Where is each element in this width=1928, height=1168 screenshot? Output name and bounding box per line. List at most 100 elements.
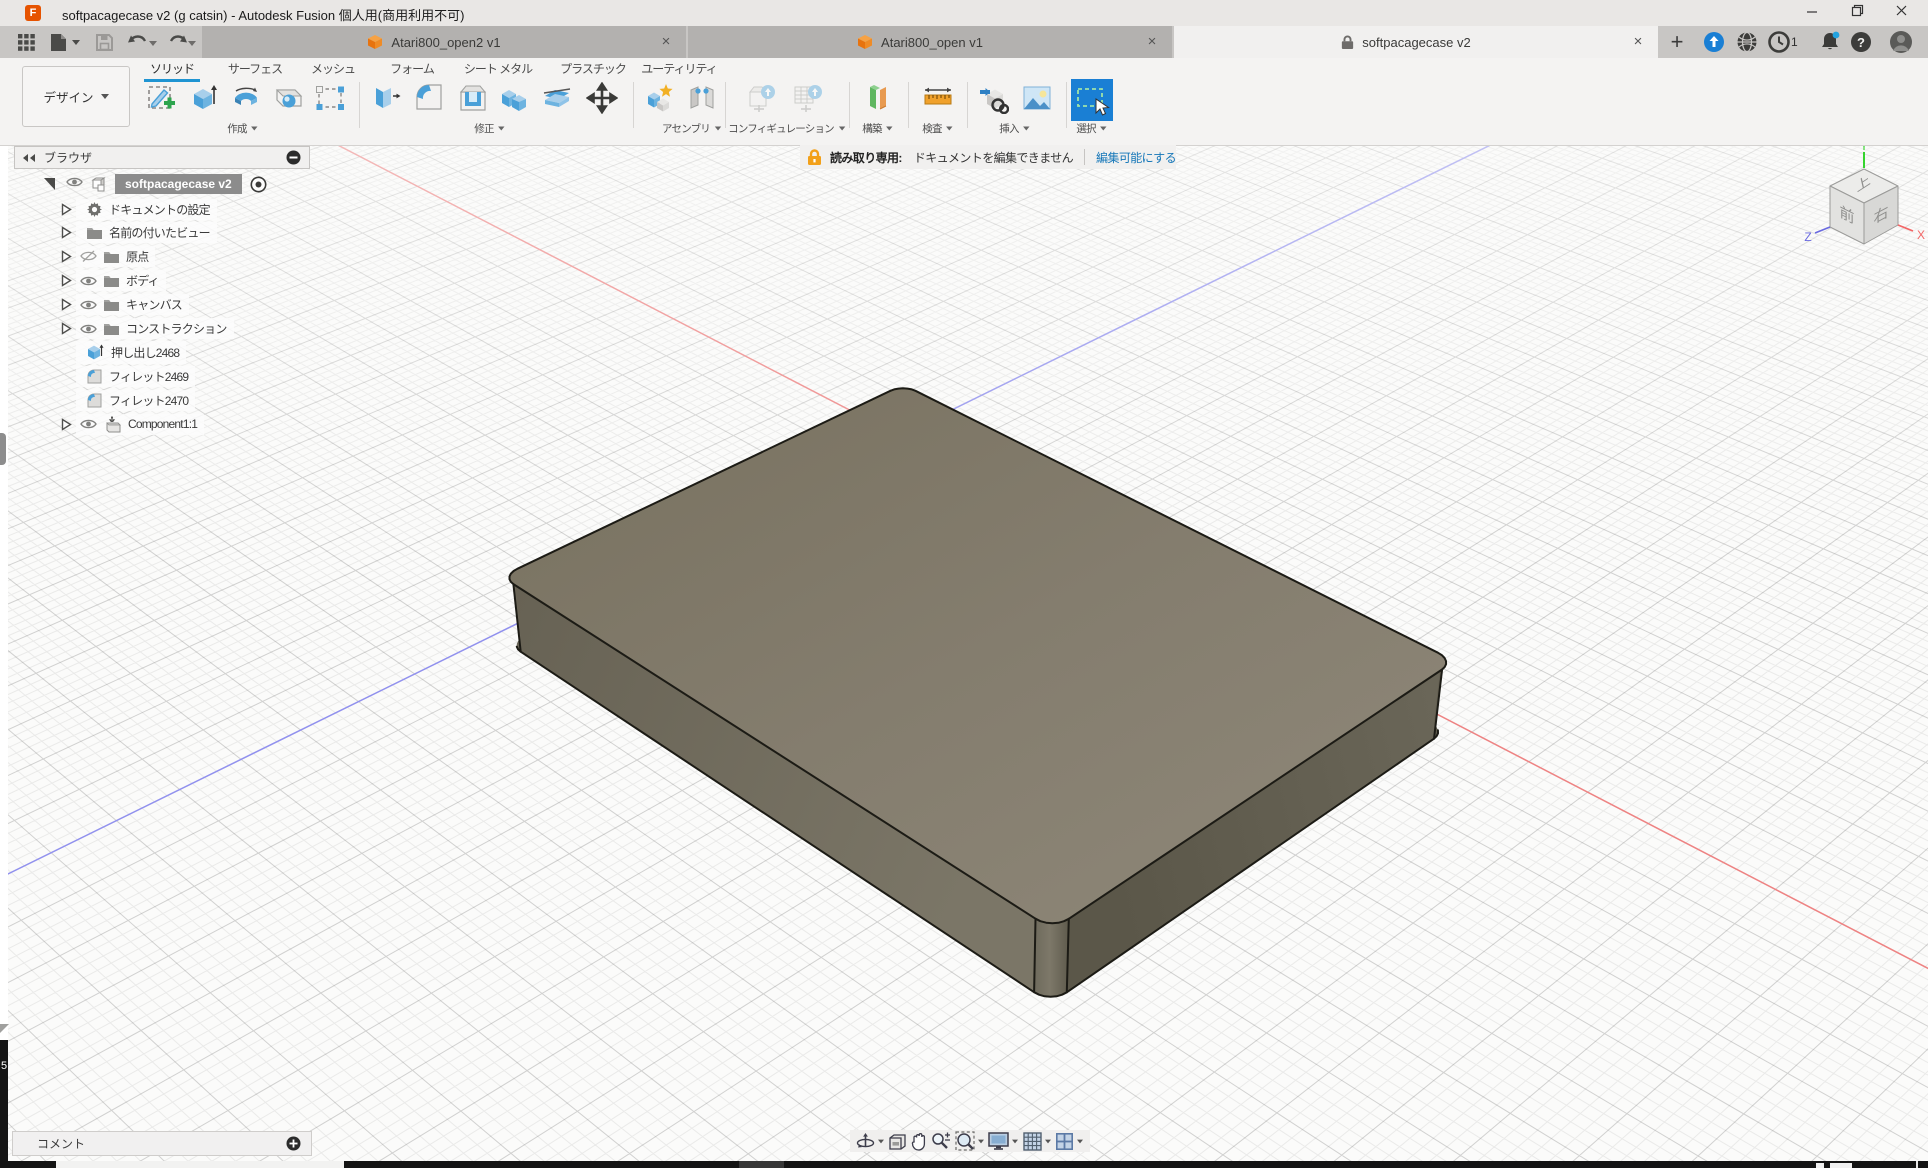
new-component-icon[interactable]	[644, 82, 676, 114]
expand-triangle-icon[interactable]	[61, 298, 72, 311]
eye-icon[interactable]	[80, 299, 97, 311]
model-front-corner-fillet[interactable]	[1034, 919, 1069, 997]
joint-icon[interactable]	[686, 82, 718, 114]
configuration-icon[interactable]	[746, 82, 778, 114]
browser-tree-row[interactable]: 原点	[14, 245, 155, 269]
ribbon-group-label[interactable]: アセンブリ	[662, 121, 722, 136]
pan-icon[interactable]	[911, 1132, 928, 1151]
ribbon-group-label[interactable]: 挿入	[999, 121, 1030, 136]
workspace-switcher[interactable]: デザイン	[22, 66, 130, 127]
insert-image-icon[interactable]	[1021, 82, 1053, 114]
ribbon-tab[interactable]: ソリッド	[150, 60, 194, 78]
insert-derive-icon[interactable]	[977, 82, 1009, 114]
close-tab-icon[interactable]: ×	[1628, 32, 1648, 52]
browser-root-label[interactable]: softpacagecase v2	[115, 174, 242, 194]
browser-tree-row[interactable]: フィレット2470	[14, 388, 195, 412]
browser-tree-row[interactable]: Component1:1	[14, 412, 204, 436]
ribbon-group-label[interactable]: 検査	[922, 121, 953, 136]
press-pull-icon[interactable]	[369, 82, 401, 114]
hide-all-icon[interactable]	[286, 150, 301, 165]
save-icon[interactable]	[90, 26, 118, 58]
ribbon-tab[interactable]: フォーム	[390, 60, 434, 78]
collapse-panel-icon[interactable]	[22, 153, 36, 163]
measure-icon[interactable]	[922, 82, 954, 114]
select-icon[interactable]	[1071, 79, 1113, 121]
browser-tree-row[interactable]: ボディ	[14, 269, 166, 293]
data-panel-grip[interactable]	[0, 433, 6, 465]
notification-bell-icon[interactable]	[1818, 30, 1842, 54]
browser-tree-row[interactable]: フィレット2469	[14, 364, 195, 388]
help-icon[interactable]: ?	[1850, 31, 1872, 53]
file-menu-icon[interactable]	[48, 26, 82, 58]
zoom-icon[interactable]	[931, 1132, 951, 1151]
offline-globe-icon[interactable]	[1736, 31, 1758, 53]
ribbon-tab[interactable]: プラスチック	[560, 60, 626, 78]
extrude-icon[interactable]	[188, 82, 220, 114]
fillet-icon[interactable]	[413, 82, 445, 114]
close-tab-icon[interactable]: ×	[1142, 32, 1162, 52]
browser-tree-row[interactable]: ドキュメントの設定	[14, 197, 217, 221]
timeline-track[interactable]	[56, 1161, 344, 1168]
maximize-button[interactable]	[1835, 0, 1879, 25]
document-tab[interactable]: softpacagecase v2×	[1174, 26, 1658, 58]
expand-triangle-icon[interactable]	[61, 226, 72, 239]
ribbon-group-label[interactable]: 構築	[862, 121, 893, 136]
move-icon[interactable]	[586, 82, 618, 114]
eye-icon[interactable]	[66, 175, 83, 193]
document-tab[interactable]: Atari800_open2 v1×	[202, 26, 686, 58]
view-cube[interactable]: 上前右YZX	[1786, 140, 1928, 260]
display-settings-icon[interactable]	[988, 1132, 1019, 1150]
document-tab[interactable]: Atari800_open v1×	[688, 26, 1172, 58]
make-editable-link[interactable]: 編集可能にする	[1096, 149, 1176, 166]
ribbon-group-label[interactable]: コンフィギュレーション	[728, 121, 846, 136]
browser-tree-row[interactable]: コンストラクション	[14, 317, 234, 341]
viewports-icon[interactable]	[1055, 1132, 1084, 1151]
timeline-marker[interactable]	[739, 1161, 784, 1168]
ribbon-tab[interactable]: メッシュ	[311, 60, 355, 78]
ribbon-tab[interactable]: シート メタル	[464, 60, 532, 78]
plus-circle-icon[interactable]	[286, 1136, 301, 1151]
create-sketch-icon[interactable]	[145, 82, 177, 114]
undo-icon[interactable]	[124, 26, 160, 58]
eye-icon[interactable]	[80, 275, 97, 287]
shell-icon[interactable]	[457, 82, 489, 114]
ribbon-tab[interactable]: サーフェス	[228, 60, 282, 78]
eye-icon[interactable]	[80, 250, 97, 263]
browser-root-row[interactable]: softpacagecase v2	[14, 172, 267, 196]
eye-icon[interactable]	[80, 418, 97, 430]
browser-tree-row[interactable]: 名前の付いたビュー	[14, 221, 217, 245]
close-tab-icon[interactable]: ×	[656, 32, 676, 52]
redo-icon[interactable]	[164, 26, 200, 58]
new-tab-button[interactable]: +	[1660, 26, 1694, 58]
job-status-clock-icon[interactable]	[1768, 31, 1790, 53]
orbit-icon[interactable]	[856, 1132, 885, 1151]
close-window-button[interactable]	[1879, 0, 1923, 25]
expand-triangle-icon[interactable]	[61, 203, 72, 216]
expand-triangle-icon[interactable]	[61, 418, 72, 431]
pattern-icon[interactable]	[314, 82, 346, 114]
app-grid-icon[interactable]	[12, 26, 40, 58]
grid-settings-icon[interactable]	[1023, 1132, 1052, 1151]
browser-tree-row[interactable]: キャンバス	[14, 293, 189, 317]
minimize-button[interactable]	[1790, 0, 1834, 25]
browser-tree-row[interactable]: 押し出し2468	[14, 340, 186, 364]
browser-panel-header[interactable]: ブラウザ	[14, 146, 310, 169]
expanded-triangle-icon[interactable]	[43, 177, 57, 191]
construct-plane-icon[interactable]	[862, 82, 894, 114]
revolve-icon[interactable]	[230, 82, 262, 114]
ribbon-group-label[interactable]: 作成	[227, 121, 258, 136]
coil-icon[interactable]	[273, 82, 305, 114]
expand-triangle-icon[interactable]	[61, 322, 72, 335]
split-icon[interactable]	[541, 82, 573, 114]
expand-triangle-icon[interactable]	[61, 274, 72, 287]
activate-radio-icon[interactable]	[250, 176, 267, 193]
ribbon-group-label[interactable]: 修正	[474, 121, 505, 136]
viewport-3d-scene[interactable]	[0, 0, 1928, 1168]
sync-status-icon[interactable]	[1703, 31, 1725, 53]
fit-icon[interactable]	[955, 1131, 985, 1151]
ribbon-tab[interactable]: ユーティリティ	[641, 60, 717, 78]
expand-triangle-icon[interactable]	[61, 250, 72, 263]
config-table-icon[interactable]	[792, 82, 824, 114]
combine-icon[interactable]	[498, 82, 530, 114]
look-at-icon[interactable]	[888, 1133, 907, 1150]
